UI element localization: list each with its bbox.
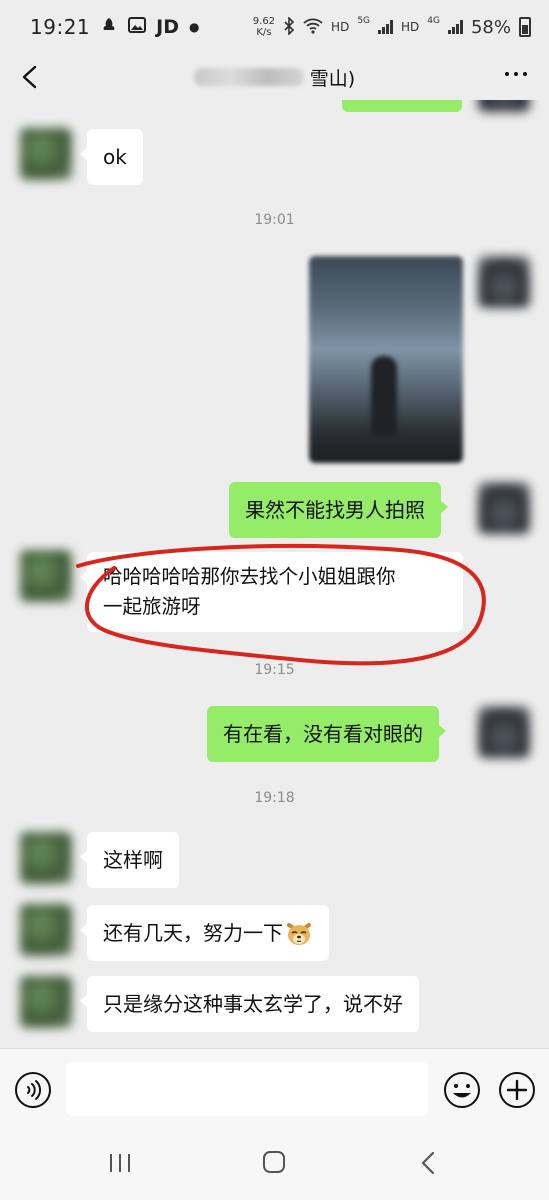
avatar-contact[interactable]: [20, 976, 72, 1028]
gallery-icon: [128, 16, 147, 39]
battery-percent: 58%: [470, 16, 511, 38]
hd-label-2: HD: [401, 20, 420, 34]
nav-back-icon[interactable]: [418, 1150, 438, 1176]
chat-area[interactable]: ok 19:01 果然不能找男人拍照 哈哈哈哈哈那你去找个小姐姐跟你 一起旅游呀…: [0, 100, 549, 1048]
system-nav-bar: [0, 1128, 549, 1200]
message-incoming[interactable]: 还有几天，努力一下: [80, 905, 329, 961]
timestamp-1915: 19:15: [254, 662, 295, 678]
status-time: 19:21: [30, 15, 91, 39]
network-speed-value: 9.62: [252, 16, 276, 27]
avatar-self[interactable]: [478, 100, 530, 112]
message-text-line-2: 一起旅游呀: [103, 595, 201, 618]
message-outgoing-photo[interactable]: [309, 256, 463, 463]
network-speed-unit: K/s: [256, 27, 272, 38]
home-icon[interactable]: [262, 1150, 286, 1174]
avatar-self[interactable]: [478, 256, 530, 308]
blurred-title-text: [193, 68, 304, 86]
wifi-icon: [303, 18, 323, 37]
message-outgoing[interactable]: 果然不能找男人拍照: [229, 482, 448, 538]
phone-screen: 19:21 JD ● 9.62 K/s HD 5G HD 4G 58% 雪山) …: [0, 0, 549, 1200]
message-text-line-1: 哈哈哈哈哈那你去找个小姐姐跟你: [103, 565, 396, 588]
back-arrow-icon[interactable]: [20, 65, 42, 89]
avatar-self[interactable]: [478, 482, 530, 534]
signal-5g-label: 5G: [357, 16, 371, 26]
photo-person-silhouette: [371, 356, 397, 436]
notification-app-icon: [100, 16, 118, 39]
message-text: 只是缘分这种事太玄学了，说不好: [103, 992, 403, 1016]
network-speed: 9.62 K/s: [253, 16, 275, 38]
recent-apps-icon[interactable]: [108, 1152, 132, 1174]
message-text: 还有几天，努力一下: [103, 921, 283, 945]
input-bar: [0, 1048, 549, 1128]
avatar-self[interactable]: [478, 706, 530, 758]
message-incoming[interactable]: 这样啊: [80, 832, 179, 888]
partial-outgoing-bubble: [342, 100, 462, 112]
message-text: 果然不能找男人拍照: [245, 498, 425, 522]
avatar-contact[interactable]: [20, 904, 72, 956]
status-right: 9.62 K/s HD 5G HD 4G 58%: [253, 15, 531, 38]
signal-4g-icon: [447, 20, 463, 34]
message-text: 有在看，没有看对眼的: [223, 722, 423, 746]
emoji-icon[interactable]: [443, 1071, 481, 1109]
avatar-contact[interactable]: [20, 128, 72, 180]
chat-title-visible: 雪山): [309, 67, 356, 90]
chat-header: 雪山): [0, 54, 549, 100]
bluetooth-icon: [283, 15, 295, 38]
hd-label-1: HD: [331, 20, 350, 34]
message-incoming-highlighted[interactable]: 哈哈哈哈哈那你去找个小姐姐跟你 一起旅游呀: [80, 552, 463, 632]
chat-title: 雪山): [193, 64, 356, 91]
dog-face-emoji-icon: [285, 919, 313, 947]
plus-icon[interactable]: [498, 1071, 536, 1109]
avatar-contact[interactable]: [20, 550, 72, 602]
dot-icon: ●: [188, 20, 200, 34]
more-options-icon[interactable]: [505, 72, 527, 76]
message-incoming-ok[interactable]: ok: [80, 129, 143, 185]
jd-app-label: JD: [156, 16, 179, 38]
signal-4g-label: 4G: [427, 16, 440, 26]
avatar-contact[interactable]: [20, 832, 72, 884]
message-incoming[interactable]: 只是缘分这种事太玄学了，说不好: [80, 976, 419, 1032]
battery-icon: [519, 17, 531, 37]
message-text: 这样啊: [103, 848, 163, 872]
status-left: 19:21 JD ●: [30, 15, 199, 39]
timestamp-1901: 19:01: [254, 212, 295, 228]
voice-input-icon[interactable]: [14, 1071, 52, 1109]
status-bar: 19:21 JD ● 9.62 K/s HD 5G HD 4G 58%: [0, 0, 549, 54]
message-text: ok: [103, 145, 127, 169]
message-input[interactable]: [66, 1062, 428, 1116]
signal-5g-icon: [378, 20, 394, 34]
timestamp-1918: 19:18: [254, 790, 295, 806]
message-outgoing[interactable]: 有在看，没有看对眼的: [207, 706, 446, 762]
